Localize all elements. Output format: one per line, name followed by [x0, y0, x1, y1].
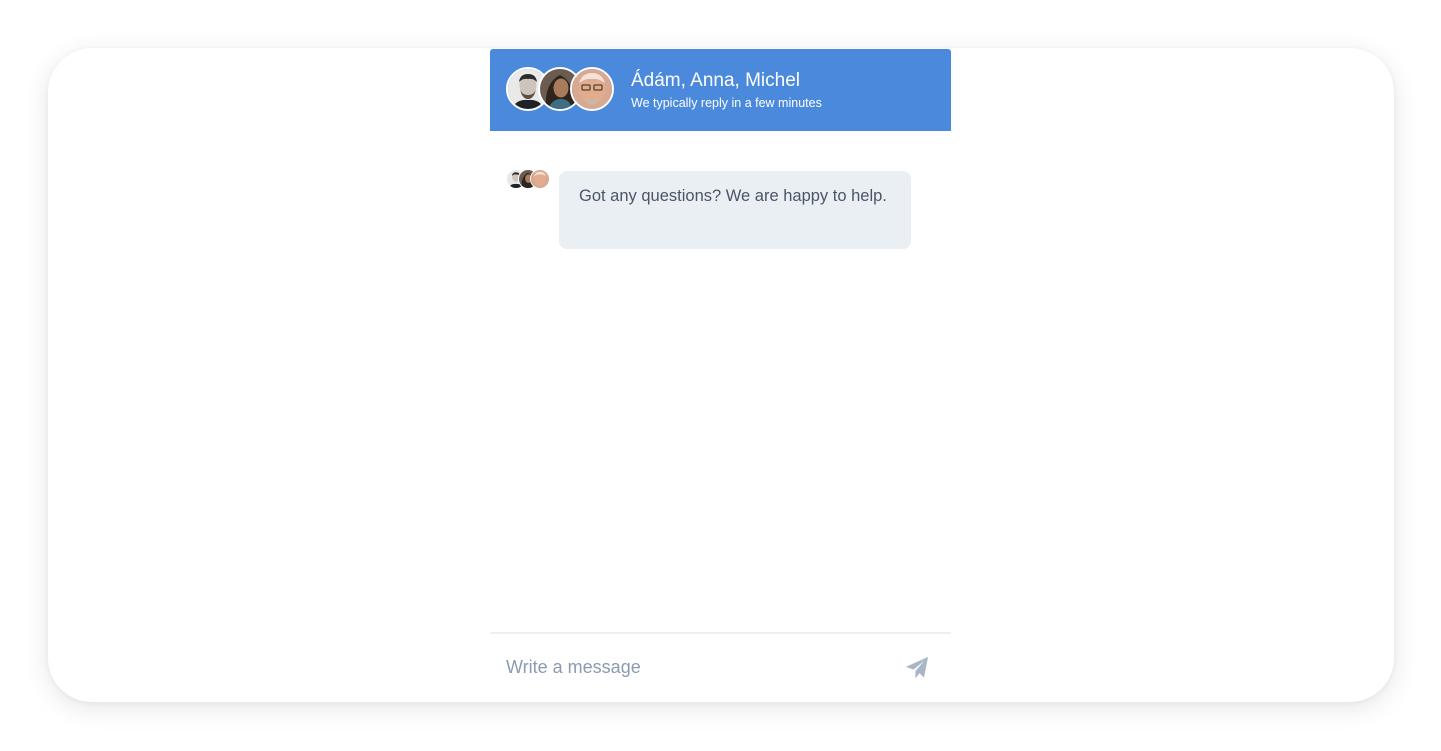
send-button[interactable] — [903, 654, 931, 682]
reply-time-note: We typically reply in a few minutes — [631, 96, 822, 110]
person-avatar-icon — [531, 170, 549, 188]
chat-header: Ádám, Anna, Michel We typically reply in… — [490, 49, 951, 131]
message-input[interactable] — [506, 650, 886, 684]
paper-plane-icon — [905, 656, 929, 679]
message-composer — [490, 632, 951, 702]
message-bubble: Got any questions? We are happy to help. — [559, 171, 911, 249]
team-names: Ádám, Anna, Michel — [631, 70, 800, 91]
chat-widget: Ádám, Anna, Michel We typically reply in… — [490, 49, 951, 702]
app-frame: Ádám, Anna, Michel We typically reply in… — [48, 48, 1394, 702]
avatar-michel — [570, 67, 614, 111]
avatar-michel-small — [530, 169, 550, 189]
person-avatar-icon — [572, 69, 612, 109]
message-sender-avatars — [506, 169, 556, 191]
